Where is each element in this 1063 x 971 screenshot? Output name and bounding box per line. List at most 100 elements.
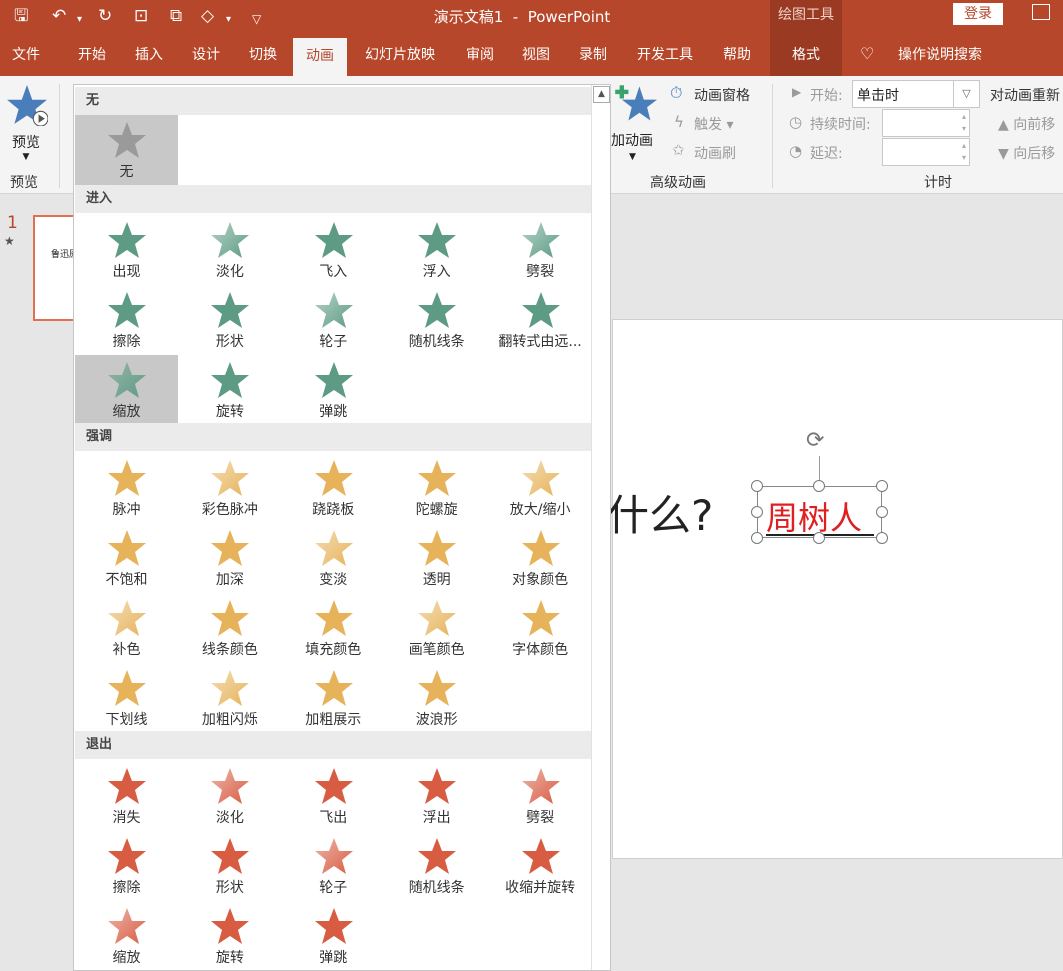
copy-format-icon[interactable]: ⧉ — [170, 6, 182, 26]
trigger-button[interactable]: 触发 ▾ — [694, 114, 733, 134]
gallery-item-emphasis-12[interactable]: 填充颜色 — [282, 593, 385, 663]
gallery-item-emphasis-10[interactable]: 补色 — [75, 593, 178, 663]
present-icon[interactable]: ⊡ — [134, 6, 148, 26]
delay-input[interactable]: ▴ ▾ — [882, 138, 970, 166]
shapes-dropdown-icon[interactable]: ▾ — [226, 10, 231, 30]
gallery-item-entrance-3[interactable]: 浮入 — [385, 215, 488, 285]
gallery-item-emphasis-14[interactable]: 字体颜色 — [489, 593, 592, 663]
gallery-item-entrance-4[interactable]: 劈裂 — [489, 215, 592, 285]
gallery-item-emphasis-2[interactable]: 跷跷板 — [282, 453, 385, 523]
gallery-item-emphasis-15[interactable]: 下划线 — [75, 663, 178, 733]
tab-format[interactable]: 格式 — [770, 34, 842, 76]
resize-handle[interactable] — [751, 480, 763, 492]
tab-design[interactable]: 设计 — [179, 34, 233, 76]
tab-review[interactable]: 审阅 — [453, 34, 507, 76]
gallery-item-exit-2[interactable]: 飞出 — [282, 761, 385, 831]
tell-me-search[interactable]: 操作说明搜索 — [890, 34, 990, 76]
rotate-handle-icon[interactable]: ⟳ — [806, 428, 824, 453]
resize-handle[interactable] — [751, 506, 763, 518]
gallery-item-emphasis-6[interactable]: 加深 — [178, 523, 281, 593]
tab-view[interactable]: 视图 — [509, 34, 563, 76]
gallery-item-entrance-12[interactable]: 弹跳 — [282, 355, 385, 425]
resize-handle[interactable] — [813, 532, 825, 544]
save-icon[interactable]: 🖫 — [14, 6, 28, 26]
gallery-item-exit-8[interactable]: 随机线条 — [385, 831, 488, 901]
tab-home[interactable]: 开始 — [65, 34, 119, 76]
tab-file[interactable]: 文件 — [0, 34, 52, 76]
spinner-icon[interactable]: ▴ ▾ — [962, 111, 966, 135]
duration-input[interactable]: ▴ ▾ — [882, 109, 970, 137]
start-label: 开始: — [810, 88, 843, 104]
gallery-item-exit-5[interactable]: 擦除 — [75, 831, 178, 901]
gallery-item-emphasis-9[interactable]: 对象颜色 — [489, 523, 592, 593]
gallery-item-emphasis-5[interactable]: 不饱和 — [75, 523, 178, 593]
resize-handle[interactable] — [876, 532, 888, 544]
tab-animations[interactable]: 动画 — [293, 38, 347, 76]
gallery-item-entrance-0[interactable]: 出现 — [75, 215, 178, 285]
gallery-item-emphasis-17[interactable]: 加粗展示 — [282, 663, 385, 733]
gallery-item-emphasis-16[interactable]: 加粗闪烁 — [178, 663, 281, 733]
tab-developer[interactable]: 开发工具 — [625, 34, 705, 76]
reorder-label: 对动画重新 — [990, 88, 1060, 104]
tab-record[interactable]: 录制 — [566, 34, 620, 76]
tab-slideshow[interactable]: 幻灯片放映 — [352, 34, 448, 76]
shapes-icon[interactable]: ◇ — [201, 6, 214, 26]
undo-icon[interactable]: ↶ — [52, 6, 66, 26]
scroll-up-icon[interactable]: ▲ — [593, 86, 610, 103]
gallery-item-exit-1[interactable]: 淡化 — [178, 761, 281, 831]
move-earlier-button[interactable]: ▲ 向前移 — [998, 114, 1055, 134]
gallery-item-exit-3[interactable]: 浮出 — [385, 761, 488, 831]
gallery-item-entrance-11[interactable]: 旋转 — [178, 355, 281, 425]
gallery-item-exit-6[interactable]: 形状 — [178, 831, 281, 901]
gallery-item-exit-7[interactable]: 轮子 — [282, 831, 385, 901]
animation-pane-button[interactable]: 动画窗格 — [694, 85, 750, 105]
gallery-item-entrance-10[interactable]: 缩放 — [75, 355, 178, 425]
gallery-item-label: 出现 — [112, 264, 141, 280]
gallery-item-emphasis-7[interactable]: 变淡 — [282, 523, 385, 593]
tab-help[interactable]: 帮助 — [710, 34, 764, 76]
gallery-item-emphasis-3[interactable]: 陀螺旋 — [385, 453, 488, 523]
gallery-item-emphasis-1[interactable]: 彩色脉冲 — [178, 453, 281, 523]
tab-transitions[interactable]: 切换 — [236, 34, 290, 76]
gallery-item-exit-4[interactable]: 劈裂 — [489, 761, 592, 831]
gallery-item-exit-9[interactable]: 收缩并旋转 — [489, 831, 592, 901]
gallery-item-exit-12[interactable]: 弹跳 — [282, 901, 385, 970]
gallery-item-none[interactable]: 无 — [75, 115, 178, 185]
resize-handle[interactable] — [751, 532, 763, 544]
add-animation-button[interactable]: 添加动画 ▼ — [611, 80, 665, 170]
slide-canvas[interactable]: 什么? ⟳ 周树人 — [607, 319, 1063, 859]
resize-handle[interactable] — [813, 480, 825, 492]
gallery-item-entrance-1[interactable]: 淡化 — [178, 215, 281, 285]
gallery-item-entrance-8[interactable]: 随机线条 — [385, 285, 488, 355]
ribbon-display-icon[interactable] — [1032, 4, 1050, 20]
gallery-item-exit-11[interactable]: 旋转 — [178, 901, 281, 970]
gallery-item-entrance-6[interactable]: 形状 — [178, 285, 281, 355]
redo-icon[interactable]: ↻ — [98, 6, 112, 26]
animation-painter-button[interactable]: 动画刷 — [694, 143, 736, 163]
panel-scrollbar[interactable]: ▲ — [591, 85, 610, 970]
customize-qa-icon[interactable]: ▽ — [252, 9, 261, 29]
gallery-item-entrance-9[interactable]: 翻转式由远... — [489, 285, 592, 355]
preview-button[interactable]: 预览 ▼ — [4, 82, 48, 168]
gallery-item-exit-10[interactable]: 缩放 — [75, 901, 178, 970]
gallery-item-emphasis-18[interactable]: 波浪形 — [385, 663, 488, 733]
gallery-item-entrance-7[interactable]: 轮子 — [282, 285, 385, 355]
spinner-icon[interactable]: ▴ ▾ — [962, 140, 966, 164]
undo-dropdown-icon[interactable]: ▾ — [77, 10, 82, 30]
selected-textbox[interactable]: 周树人 — [757, 486, 882, 538]
gallery-item-exit-0[interactable]: 消失 — [75, 761, 178, 831]
gallery-item-emphasis-4[interactable]: 放大/缩小 — [489, 453, 592, 523]
emphasis-effect-star-icon — [521, 600, 560, 636]
move-later-button[interactable]: ▼ 向后移 — [998, 143, 1055, 163]
resize-handle[interactable] — [876, 506, 888, 518]
gallery-item-emphasis-0[interactable]: 脉冲 — [75, 453, 178, 523]
tab-insert[interactable]: 插入 — [122, 34, 176, 76]
login-button[interactable]: 登录 — [953, 3, 1003, 25]
resize-handle[interactable] — [876, 480, 888, 492]
start-select[interactable]: 单击时 ▽ — [852, 80, 980, 108]
gallery-item-entrance-2[interactable]: 飞入 — [282, 215, 385, 285]
gallery-item-entrance-5[interactable]: 擦除 — [75, 285, 178, 355]
gallery-item-emphasis-8[interactable]: 透明 — [385, 523, 488, 593]
gallery-item-emphasis-11[interactable]: 线条颜色 — [178, 593, 281, 663]
gallery-item-emphasis-13[interactable]: 画笔颜色 — [385, 593, 488, 663]
